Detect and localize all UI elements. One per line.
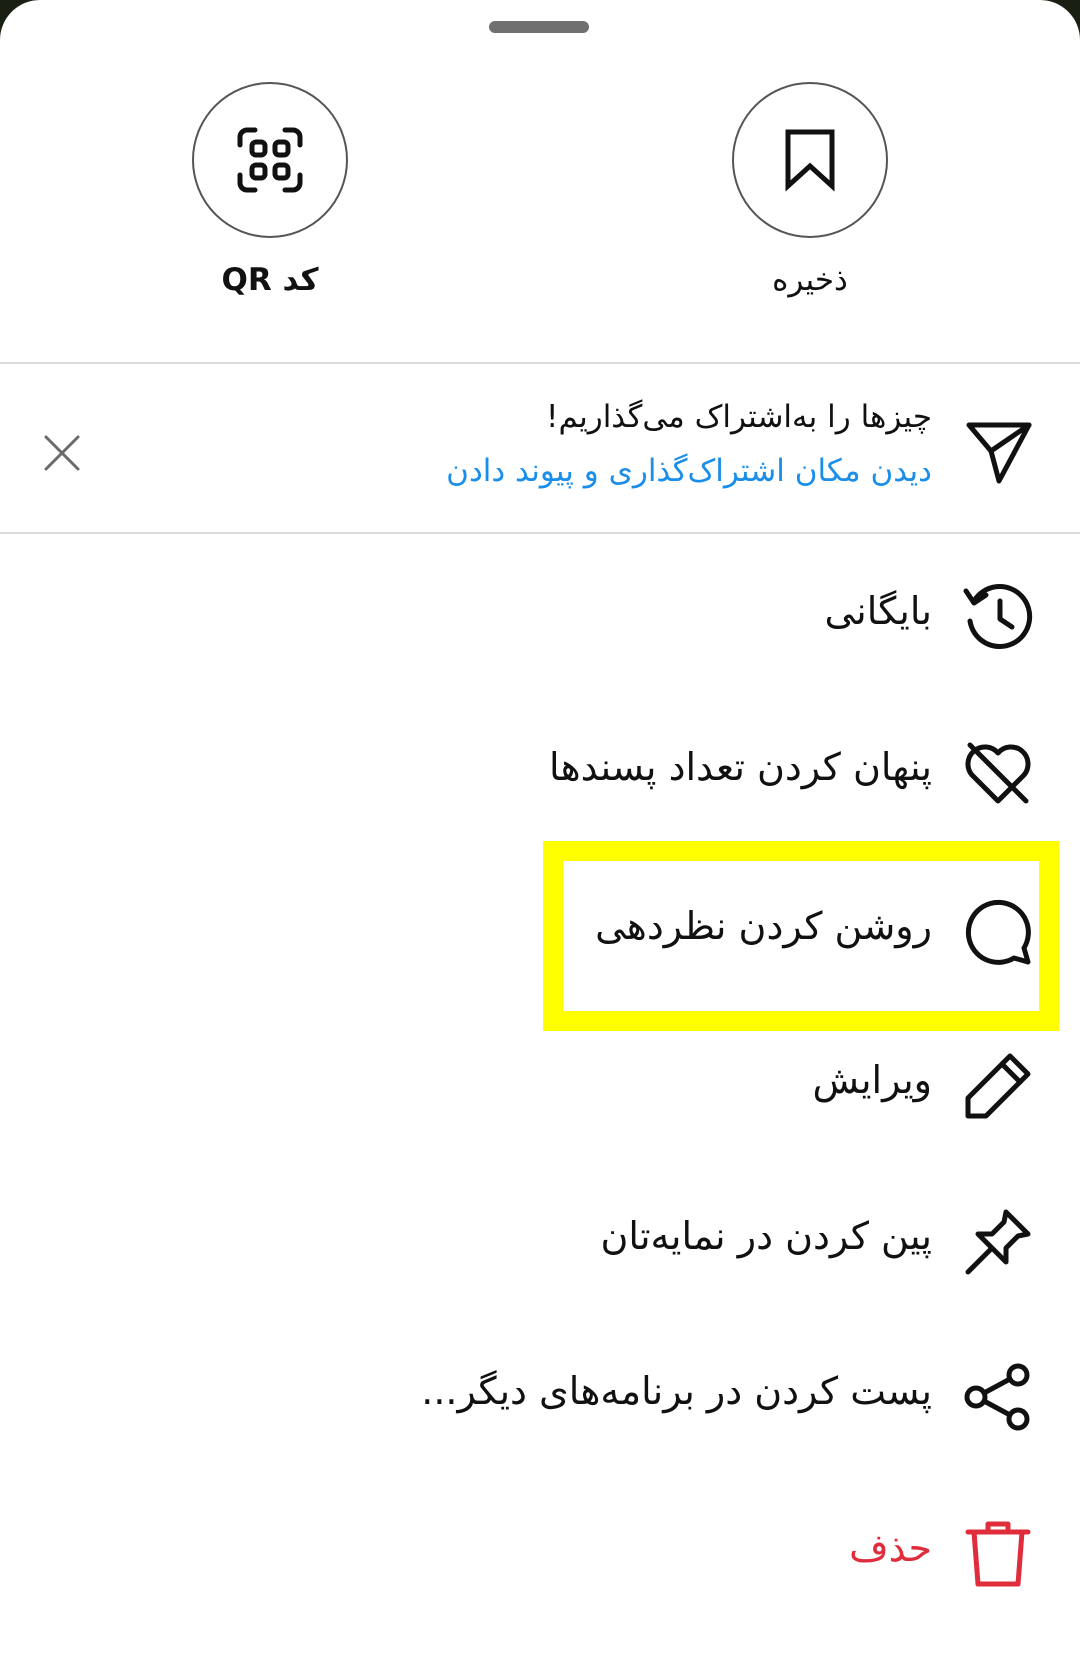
sheet-drag-handle[interactable]: [489, 21, 589, 33]
menu-item-archive[interactable]: بایگانی: [0, 553, 1080, 673]
trash-icon: [965, 1521, 1031, 1587]
close-icon[interactable]: [40, 431, 84, 475]
menu-item-delete[interactable]: حذف: [0, 1490, 1080, 1610]
save-button[interactable]: [732, 82, 888, 238]
qr-code-button[interactable]: [192, 82, 348, 238]
menu-item-label: بایگانی: [824, 589, 932, 633]
menu-item-edit[interactable]: ویرایش: [0, 1022, 1080, 1142]
send-icon: [966, 422, 1032, 484]
qr-scan-icon: [237, 127, 303, 193]
share-icon: [964, 1363, 1030, 1431]
menu-item-hide-like-count[interactable]: پنهان کردن تعداد پسندها: [0, 709, 1080, 829]
menu-item-label: ویرایش: [812, 1058, 932, 1102]
notice-title: چیزها را به‌اشتراک می‌گذاریم!: [546, 399, 932, 435]
bookmark-icon: [785, 129, 835, 192]
pencil-icon: [965, 1053, 1031, 1119]
menu-item-label: پنهان کردن تعداد پسندها: [548, 745, 932, 789]
menu-item-pin-to-profile[interactable]: پین کردن در نمایه‌تان: [0, 1178, 1080, 1298]
qr-code-action[interactable]: کد QR: [150, 82, 390, 312]
sharing-settings-link[interactable]: دیدن مکان اشتراک‌گذاری و پیوند دادن: [446, 453, 932, 489]
comment-icon: [965, 899, 1031, 965]
menu-item-label: پین کردن در نمایه‌تان: [600, 1214, 933, 1258]
menu-item-label: پست کردن در برنامه‌های دیگر...: [421, 1369, 932, 1413]
bottom-sheet: کد QR ذخیره چیزها را به‌اشتراک می‌گذاریم…: [0, 0, 1080, 1664]
qr-code-label: کد QR: [221, 262, 319, 298]
menu-item-turn-on-commenting[interactable]: روشن کردن نظردهی: [0, 868, 1080, 988]
pin-icon: [965, 1209, 1031, 1275]
save-label: ذخیره: [772, 262, 848, 298]
menu-item-label: روشن کردن نظردهی: [595, 904, 932, 948]
divider: [0, 532, 1080, 534]
save-action[interactable]: ذخیره: [690, 82, 930, 312]
heart-off-icon: [965, 742, 1031, 804]
sharing-notice: چیزها را به‌اشتراک می‌گذاریم! دیدن مکان …: [0, 363, 1080, 533]
menu-item-post-to-other-apps[interactable]: پست کردن در برنامه‌های دیگر...: [0, 1333, 1080, 1453]
archive-history-icon: [963, 584, 1033, 649]
menu-item-label: حذف: [849, 1526, 932, 1570]
